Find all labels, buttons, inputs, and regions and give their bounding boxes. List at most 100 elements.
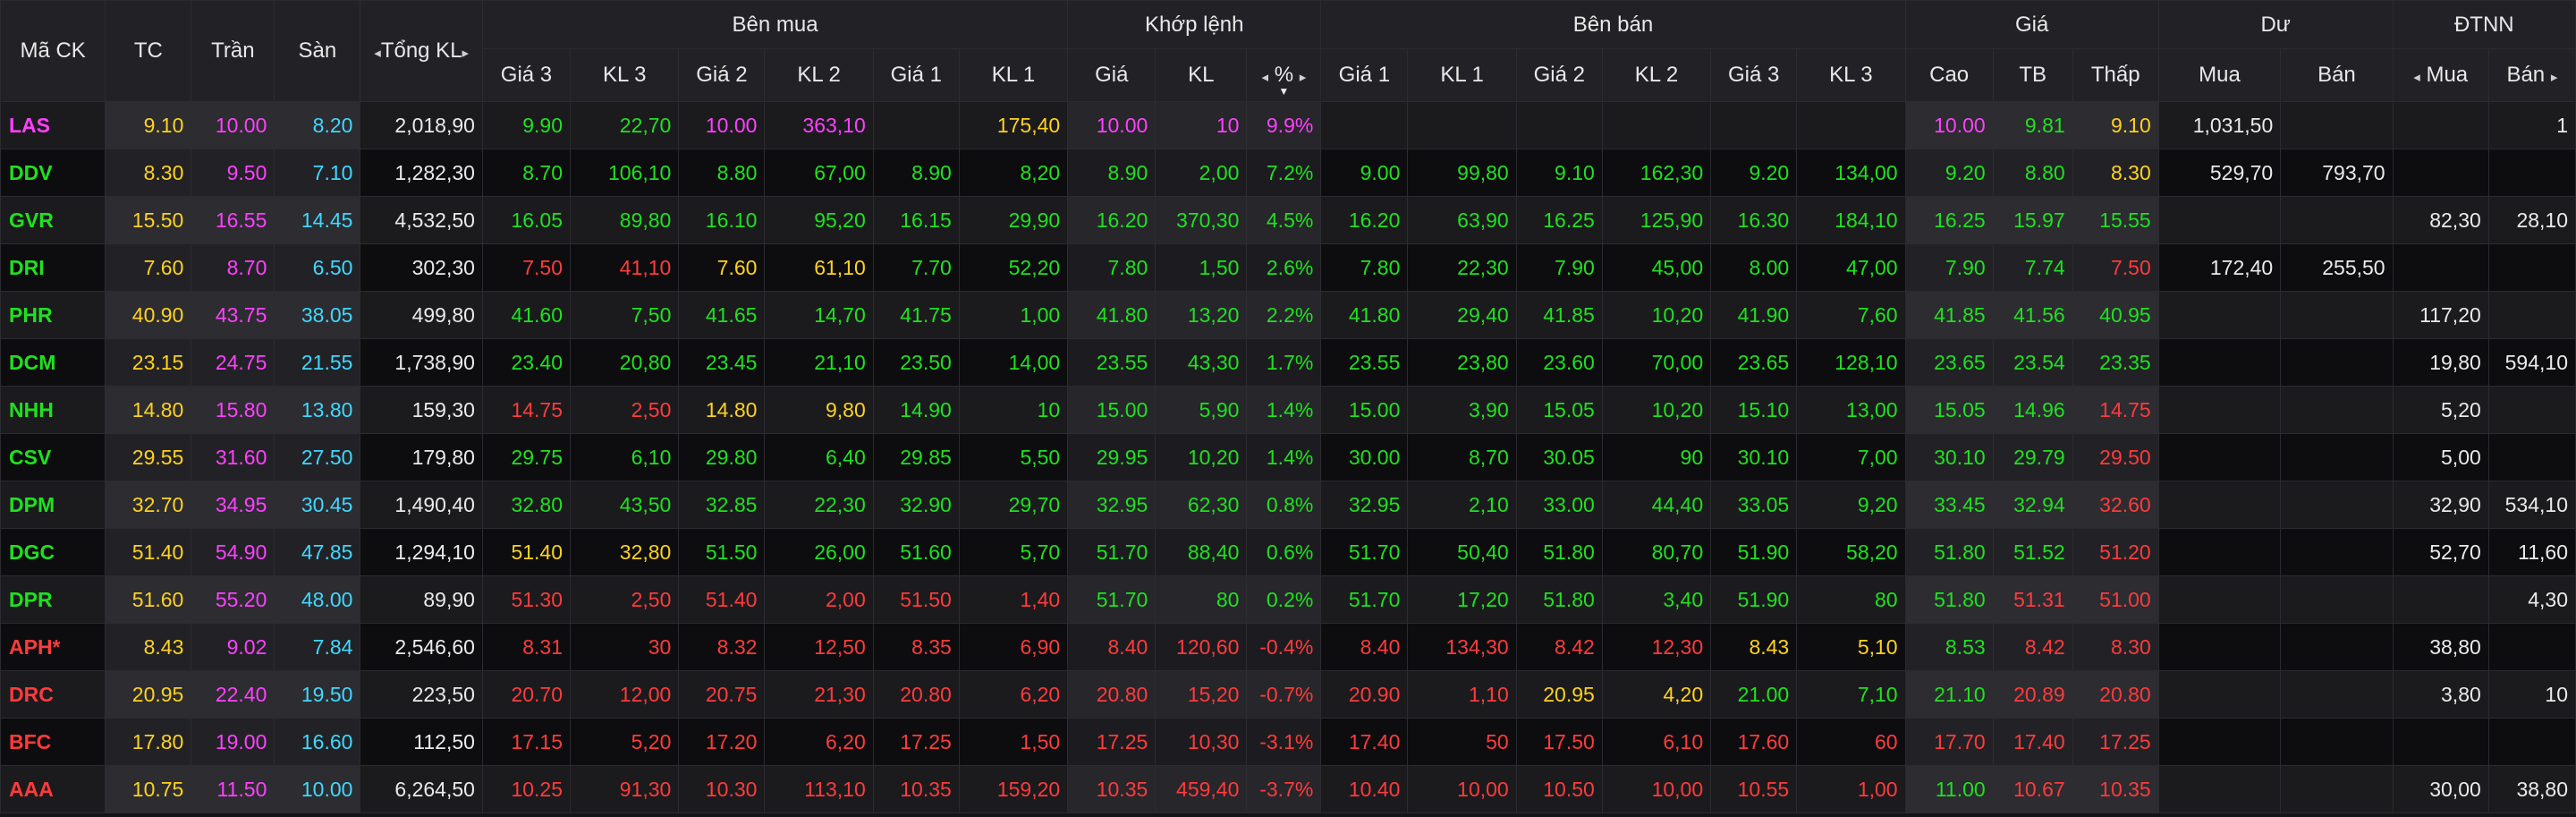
total-vol-cell: 2,546,60 xyxy=(360,623,483,671)
sell-vol-2-cell: 80,70 xyxy=(1601,528,1712,576)
symbol-cell[interactable]: DRC xyxy=(0,670,106,719)
table-row[interactable]: DRI 7.60 8.70 6.50 302,30 7.50 41,10 7.60 61,10 7… xyxy=(0,243,2576,292)
sell-price-3-cell: 9.20 xyxy=(1710,149,1798,197)
avg-cell: 51.52 xyxy=(1992,528,2073,576)
header-ref[interactable]: TC xyxy=(105,0,192,102)
floor-cell: 6.50 xyxy=(274,243,361,292)
table-row[interactable]: DGC 51.40 54.90 47.85 1,294,10 51.40 32,80 51.5… xyxy=(0,528,2576,576)
buy-vol-2-cell: 14,70 xyxy=(764,291,874,339)
header-ceil[interactable]: Trần xyxy=(191,0,275,102)
buy-price-3-cell: 29.75 xyxy=(481,433,572,481)
symbol-cell[interactable]: LAS xyxy=(0,101,106,149)
buy-price-1-cell: 8.35 xyxy=(872,623,960,671)
header-buy-side: Bên mua xyxy=(481,0,1069,49)
symbol-cell[interactable]: NHH xyxy=(0,386,106,434)
symbol-cell[interactable]: BFC xyxy=(0,718,106,766)
buy-vol-2-cell: 113,10 xyxy=(764,765,874,813)
symbol-cell[interactable]: PHR xyxy=(0,291,106,339)
sell-vol-1-cell: 29,40 xyxy=(1407,291,1517,339)
table-row[interactable]: DPM 32.70 34.95 30.45 1,490,40 32.80 43,50 32.8… xyxy=(0,481,2576,529)
symbol-cell[interactable]: GVR xyxy=(0,196,106,244)
header-buy-price-1[interactable]: Giá 1 xyxy=(872,48,960,102)
header-match-pct[interactable]: ◂ % ▸ ▼ xyxy=(1246,48,1322,102)
table-row[interactable]: BFC 17.80 19.00 16.60 112,50 17.15 5,20 17.20 6,… xyxy=(0,718,2576,766)
arrow-left-icon[interactable]: ◂ xyxy=(374,46,381,61)
ref-cell: 14.80 xyxy=(105,386,192,434)
floor-cell: 8.20 xyxy=(274,101,361,149)
ceil-cell: 15.80 xyxy=(191,386,275,434)
buy-price-2-cell: 51.50 xyxy=(678,528,766,576)
symbol-cell[interactable]: DPR xyxy=(0,575,106,624)
buy-vol-1-cell: 8,20 xyxy=(958,149,1069,197)
arrow-left-icon[interactable]: ◂ xyxy=(2413,70,2420,85)
header-total-vol[interactable]: ◂Tổng KL▸ xyxy=(360,0,483,102)
symbol-cell[interactable]: AAA xyxy=(0,765,106,813)
header-foreign-buy[interactable]: ◂ Mua xyxy=(2392,48,2489,102)
header-sell-vol-3[interactable]: KL 3 xyxy=(1796,48,1906,102)
table-row[interactable]: LAS 9.10 10.00 8.20 2,018,90 9.90 22,70 10.00 36… xyxy=(0,101,2576,149)
table-row[interactable]: CSV 29.55 31.60 27.50 179,80 29.75 6,10 29.80 6,… xyxy=(0,433,2576,481)
symbol-cell[interactable]: CSV xyxy=(0,433,106,481)
buy-price-1-cell: 32.90 xyxy=(872,481,960,529)
table-row[interactable]: DPR 51.60 55.20 48.00 89,90 51.30 2,50 51.40 2,0… xyxy=(0,575,2576,624)
arrow-right-icon[interactable]: ▸ xyxy=(462,46,470,61)
floor-cell: 38.05 xyxy=(274,291,361,339)
buy-price-1-cell: 17.25 xyxy=(872,718,960,766)
header-sell-vol-2[interactable]: KL 2 xyxy=(1601,48,1712,102)
table-row[interactable]: AAA 10.75 11.50 10.00 6,264,50 10.25 91,30 10.3… xyxy=(0,765,2576,813)
arrow-right-icon[interactable]: ▸ xyxy=(2551,70,2558,85)
symbol-cell[interactable]: APH* xyxy=(0,623,106,671)
symbol-cell[interactable]: DRI xyxy=(0,243,106,292)
header-sell-vol-1[interactable]: KL 1 xyxy=(1407,48,1517,102)
header-sell-price-3[interactable]: Giá 3 xyxy=(1710,48,1798,102)
match-pct-cell: 0.6% xyxy=(1246,528,1322,576)
header-buy-vol-1[interactable]: KL 1 xyxy=(958,48,1069,102)
symbol-cell[interactable]: DCM xyxy=(0,338,106,387)
header-symbol[interactable]: Mã CK xyxy=(0,0,106,102)
header-floor[interactable]: Sàn xyxy=(274,0,361,102)
arrow-left-icon[interactable]: ◂ xyxy=(1261,70,1268,85)
buy-price-3-cell: 9.90 xyxy=(481,101,572,149)
table-row[interactable]: GVR 15.50 16.55 14.45 4,532,50 16.05 89,80 16.1… xyxy=(0,196,2576,244)
header-buy-price-3[interactable]: Giá 3 xyxy=(481,48,572,102)
foreign-sell-cell xyxy=(2487,433,2576,481)
header-match-vol[interactable]: KL xyxy=(1155,48,1248,102)
header-buy-vol-2[interactable]: KL 2 xyxy=(764,48,874,102)
buy-price-2-cell: 41.65 xyxy=(678,291,766,339)
table-row[interactable]: DCM 23.15 24.75 21.55 1,738,90 23.40 20,80 23.4… xyxy=(0,338,2576,387)
header-buy-price-2[interactable]: Giá 2 xyxy=(678,48,766,102)
sell-price-2-cell: 17.50 xyxy=(1515,718,1603,766)
header-foreign-sell[interactable]: Bán ▸ xyxy=(2487,48,2576,102)
table-row[interactable]: DRC 20.95 22.40 19.50 223,50 20.70 12,00 20.75 2… xyxy=(0,670,2576,719)
arrow-right-icon[interactable]: ▸ xyxy=(1300,70,1307,85)
header-avg[interactable]: TB xyxy=(1992,48,2073,102)
header-sell-price-2[interactable]: Giá 2 xyxy=(1515,48,1603,102)
low-cell: 51.00 xyxy=(2072,575,2159,624)
table-row[interactable]: DDV 8.30 9.50 7.10 1,282,30 8.70 106,10 8.80 67,… xyxy=(0,149,2576,197)
table-row[interactable]: PHR 40.90 43.75 38.05 499,80 41.60 7,50 41.65 14… xyxy=(0,291,2576,339)
residual-sell-cell: 255,50 xyxy=(2280,243,2394,292)
header-match-price[interactable]: Giá xyxy=(1067,48,1157,102)
symbol-cell[interactable]: DDV xyxy=(0,149,106,197)
sell-price-1-cell: 16.20 xyxy=(1320,196,1409,244)
buy-price-2-cell: 10.00 xyxy=(678,101,766,149)
sell-price-3-cell: 10.55 xyxy=(1710,765,1798,813)
sell-vol-1-cell: 3,90 xyxy=(1407,386,1517,434)
header-buy-vol-3[interactable]: KL 3 xyxy=(570,48,680,102)
header-sell-price-1[interactable]: Giá 1 xyxy=(1320,48,1409,102)
symbol-cell[interactable]: DGC xyxy=(0,528,106,576)
sell-price-1-cell: 8.40 xyxy=(1320,623,1409,671)
buy-vol-2-cell: 12,50 xyxy=(764,623,874,671)
buy-price-2-cell: 17.20 xyxy=(678,718,766,766)
header-low[interactable]: Thấp xyxy=(2072,48,2159,102)
symbol-cell[interactable]: DPM xyxy=(0,481,106,529)
header-residual-sell[interactable]: Bán xyxy=(2280,48,2394,102)
header-residual-buy[interactable]: Mua xyxy=(2157,48,2282,102)
header-high[interactable]: Cao xyxy=(1904,48,1994,102)
match-vol-cell: 2,00 xyxy=(1155,149,1248,197)
match-price-cell: 23.55 xyxy=(1067,338,1157,387)
table-row[interactable]: NHH 14.80 15.80 13.80 159,30 14.75 2,50 14.80 9,… xyxy=(0,386,2576,434)
buy-vol-3-cell: 43,50 xyxy=(570,481,680,529)
table-row[interactable]: APH* 8.43 9.02 7.84 2,546,60 8.31 30 8.32 12,50 8… xyxy=(0,623,2576,671)
match-price-cell: 8.90 xyxy=(1067,149,1157,197)
